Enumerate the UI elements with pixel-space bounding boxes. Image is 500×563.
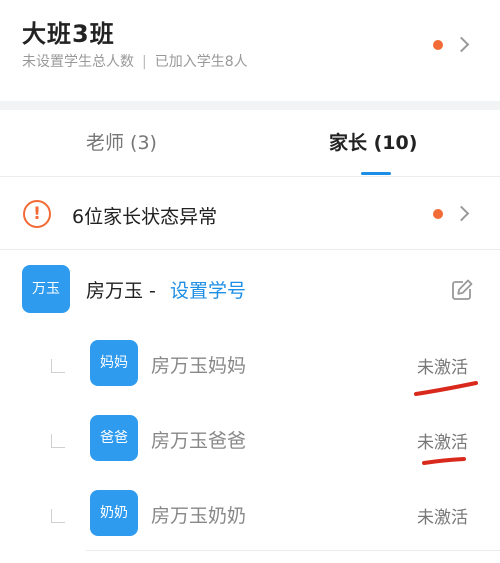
parent-avatar: 奶奶 [90,490,138,536]
parent-name: 房万玉爸爸 [151,430,247,452]
parent-name: 房万玉奶奶 [151,505,247,527]
tab-parents[interactable]: 家长 (10) [329,128,417,155]
tab-divider [0,176,500,177]
row-divider [0,249,500,250]
edit-icon[interactable] [450,278,474,302]
red-underline-annotation [422,457,466,465]
red-underline-annotation [414,381,478,396]
tab-teachers[interactable]: 老师 (3) [86,128,157,155]
class-title: 大班3班 [22,20,115,48]
joined-count-text: 已加入学生8人 [154,54,248,70]
student-total-text: 未设置学生总人数 [22,54,134,70]
summary-separator: | [142,54,147,70]
tree-connector [51,434,65,448]
row-divider [86,550,500,551]
abnormal-status-text: 6位家长状态异常 [72,206,218,228]
member-list-panel: 老师 (3) 家长 (10) ! 6位家长状态异常 万玉 房万玉 - 设置学号 … [0,110,500,563]
student-avatar: 万玉 [22,265,70,313]
set-student-id-link[interactable]: 设置学号 [170,276,246,303]
activation-status: 未激活 [417,358,468,378]
parent-name: 房万玉妈妈 [151,355,247,377]
student-name: 房万玉 - [86,280,156,302]
class-header[interactable]: 大班3班 未设置学生总人数 | 已加入学生8人 [0,0,500,101]
chevron-right-icon[interactable] [453,205,470,222]
parent-avatar: 妈妈 [90,340,138,386]
tree-connector [51,359,65,373]
activation-status: 未激活 [417,508,468,528]
parent-avatar: 爸爸 [90,415,138,461]
active-tab-indicator [361,172,391,175]
chevron-right-icon[interactable] [453,36,470,53]
activation-status: 未激活 [417,433,468,453]
notification-dot [433,209,443,219]
exclamation-circle-icon: ! [23,200,51,228]
notification-dot [433,40,443,50]
class-summary: 未设置学生总人数 | 已加入学生8人 [22,51,248,71]
tree-connector [51,509,65,523]
